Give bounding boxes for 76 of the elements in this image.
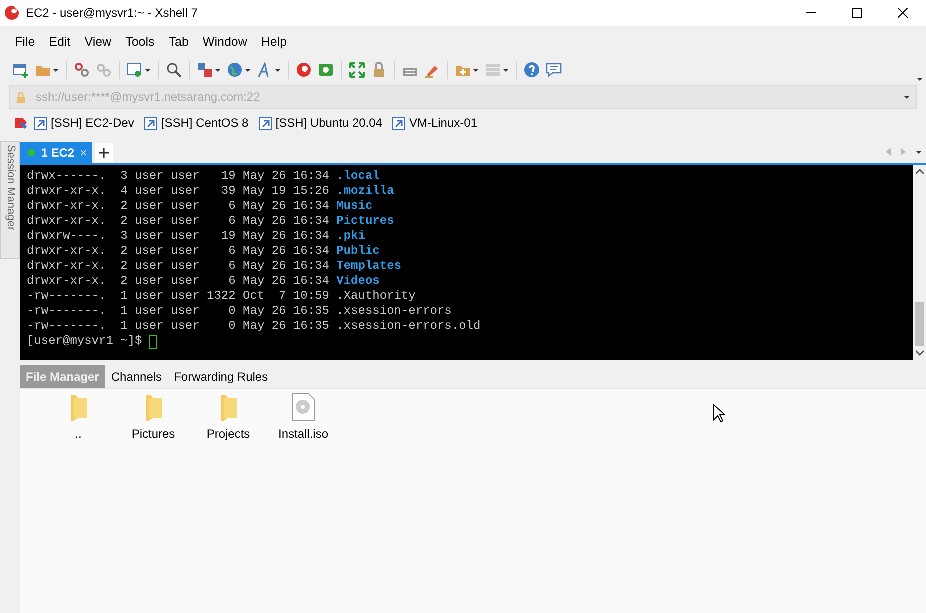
search-icon (166, 62, 182, 78)
close-icon (898, 8, 908, 18)
session-tab[interactable]: 1 EC2 (20, 142, 92, 163)
text-cursor (149, 334, 158, 348)
shortcut-icon (34, 116, 47, 130)
status-dot-icon (28, 148, 36, 156)
dropdown-caret-icon[interactable] (904, 96, 910, 98)
session-link[interactable]: [SSH] EC2-Dev (30, 116, 138, 130)
help-icon (524, 62, 540, 78)
terminal-line: -rw-------. 1 user user 0 May 26 16:35 .xsession-errors.old (27, 319, 481, 334)
menu-item[interactable]: View (78, 35, 119, 49)
maximize-icon (852, 8, 862, 18)
caret-icon (473, 68, 479, 72)
new-tab-button[interactable] (95, 143, 113, 163)
menu-item[interactable]: Help (254, 35, 294, 49)
shortcut-icon (392, 116, 406, 130)
file-name: Pictures (132, 427, 176, 441)
folder-icon (144, 393, 164, 421)
globe-icon (227, 62, 243, 78)
close-tab-icon[interactable] (80, 150, 86, 156)
toolbar-button[interactable] (346, 62, 368, 78)
terminal-line: drwxr-xr-x. 2 user user 6 May 26 16:34 Music (27, 199, 373, 214)
caret-icon (53, 68, 59, 72)
file-name: .. (75, 427, 82, 441)
disc-file-icon (292, 393, 315, 421)
terminal-line: drwxr-xr-x. 2 user user 6 May 26 16:34 Pictures (27, 214, 394, 229)
app-logo-icon (4, 5, 20, 21)
mouse-cursor-icon (713, 404, 727, 423)
terminal-prompt: [user@mysvr1 ~]$ (27, 334, 144, 349)
session-link[interactable]: [SSH] Ubuntu 20.04 (254, 116, 386, 130)
terminal-line: drwxr-xr-x. 2 user user 6 May 26 16:34 Videos (27, 274, 380, 289)
session-manager-tab[interactable]: Session Manager (0, 141, 20, 259)
link-icon (74, 62, 90, 78)
caret-icon (245, 68, 251, 72)
layout-icon (485, 62, 501, 78)
terminal-line: drwxr-xr-x. 2 user user 6 May 26 16:34 Templates (27, 259, 402, 274)
chain-icon (96, 62, 112, 78)
fullscreen-icon (349, 62, 365, 78)
terminal-line: drwx------. 3 user user 19 May 26 16:34 .local (27, 169, 380, 184)
menu-item[interactable]: Window (196, 35, 254, 49)
caret-icon (145, 68, 151, 72)
lock-icon (371, 62, 387, 78)
tab-menu-icon[interactable] (916, 150, 922, 154)
caret-icon (215, 68, 221, 72)
terminal-line: -rw-------. 1 user user 0 May 26 16:35 .xsession-errors (27, 304, 452, 319)
menu-item[interactable]: Tab (162, 35, 196, 49)
file-name: Install.iso (278, 427, 329, 441)
shortcut-icon (258, 116, 272, 130)
terminal-line: drwxrw----. 3 user user 19 May 26 16:34 .pki (27, 229, 366, 244)
menu-item[interactable]: File (8, 35, 42, 49)
terminal-line: drwxr-xr-x. 2 user user 6 May 26 16:34 Public (27, 244, 380, 259)
session-link[interactable]: VM-Linux-01 (388, 116, 482, 130)
folder-icon (68, 393, 88, 421)
chat-icon (546, 62, 562, 78)
menu-item[interactable]: Edit (42, 35, 78, 49)
terminal-line: drwxr-xr-x. 4 user user 39 May 19 15:26 .mozilla (27, 184, 394, 199)
session-link[interactable]: [SSH] CentOS 8 (140, 116, 253, 130)
panel-tab[interactable]: Forwarding Rules (168, 365, 274, 388)
scrollbar[interactable] (913, 165, 926, 360)
bookmark-flag-icon (14, 116, 28, 130)
panel-tab[interactable]: Channels (105, 365, 168, 388)
caret-icon (503, 68, 509, 72)
window-title: EC2 - user@mysvr1:~ - Xshell 7 (26, 6, 199, 20)
terminal-line: -rw-------. 1 user user 1322 Oct 7 10:59 .Xauthority (27, 289, 416, 304)
menu-item[interactable]: Tools (118, 35, 162, 49)
scroll-up-icon (916, 169, 924, 175)
plus-icon (99, 148, 109, 158)
caret-icon (275, 68, 281, 72)
folder-icon (218, 393, 238, 421)
scroll-thumb[interactable] (915, 302, 924, 346)
shortcut-icon (144, 116, 158, 130)
new-session-icon (13, 62, 29, 78)
scroll-down-icon (916, 350, 924, 356)
caret-icon[interactable] (917, 78, 923, 81)
file-name: Projects (206, 427, 250, 441)
lock-icon (16, 92, 26, 102)
